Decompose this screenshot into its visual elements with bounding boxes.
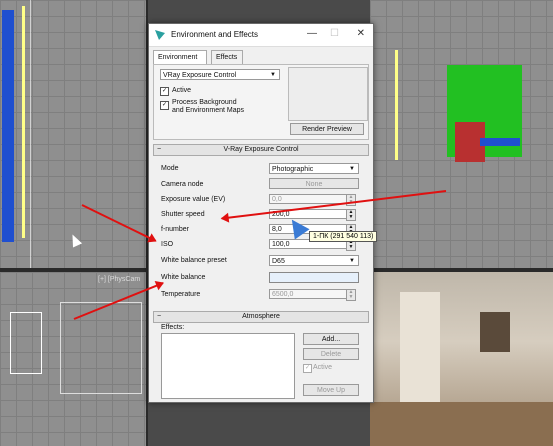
render-preview-button[interactable]: Render Preview bbox=[290, 123, 364, 135]
wireframe-object bbox=[10, 312, 42, 374]
exposure-value: 0,0 bbox=[272, 196, 282, 203]
window-title: Environment and Effects bbox=[171, 30, 259, 39]
wb-preset-label: White balance preset bbox=[161, 257, 227, 264]
title-bar[interactable]: Environment and Effects — ☐ ✕ bbox=[149, 24, 373, 47]
guide-line bbox=[30, 0, 31, 268]
fnumber-value: 8,0 bbox=[272, 226, 282, 233]
viewport-camera[interactable] bbox=[370, 272, 553, 446]
iso-value: 100,0 bbox=[272, 241, 290, 248]
effects-label: Effects: bbox=[161, 324, 185, 331]
wireframe-object bbox=[60, 302, 142, 394]
spinner-arrows-icon[interactable]: ▲▼ bbox=[346, 194, 356, 206]
chevron-down-icon: ▼ bbox=[349, 166, 355, 172]
rollout-title: Atmosphere bbox=[242, 313, 280, 320]
collapse-icon: − bbox=[157, 146, 162, 153]
iso-label: ISO bbox=[161, 241, 174, 248]
exposure-type-dropdown[interactable]: VRay Exposure Control ▼ bbox=[160, 69, 280, 80]
move-up-button[interactable]: Move Up bbox=[303, 384, 359, 396]
mode-dropdown[interactable]: Photographic ▼ bbox=[269, 163, 359, 174]
yellow-line bbox=[395, 50, 398, 160]
exposure-type-value: VRay Exposure Control bbox=[163, 72, 237, 79]
mode-label: Mode bbox=[161, 165, 179, 172]
atmosphere-rollout-header[interactable]: − Atmosphere bbox=[153, 311, 369, 323]
preview-area bbox=[288, 67, 368, 121]
active-label: Active bbox=[172, 87, 192, 94]
tab-effects[interactable]: Effects bbox=[211, 50, 243, 64]
delete-button[interactable]: Delete bbox=[303, 348, 359, 360]
spinner-arrows-icon[interactable]: ▲▼ bbox=[346, 289, 356, 301]
spinner-arrows-icon[interactable]: ▲▼ bbox=[346, 209, 356, 221]
temperature-label: Temperature bbox=[161, 291, 201, 298]
chevron-down-icon: ▼ bbox=[349, 258, 355, 264]
mode-value: Photographic bbox=[272, 166, 314, 173]
camera-node-label: Camera node bbox=[161, 181, 204, 188]
wb-preset-value: D65 bbox=[272, 258, 285, 265]
process-bg-label: Process Background bbox=[172, 99, 237, 106]
floor bbox=[370, 402, 553, 446]
active-checkbox[interactable]: ✓ bbox=[160, 87, 169, 96]
white-balance-label: White balance bbox=[161, 274, 206, 281]
table-object bbox=[480, 138, 520, 146]
tab-environment[interactable]: Environment bbox=[153, 50, 207, 64]
camera-node-button[interactable]: None bbox=[269, 178, 359, 189]
exposure-control-panel: VRay Exposure Control ▼ ✓ Active ✓ Proce… bbox=[153, 64, 369, 140]
process-bg-label-2: and Environment Maps bbox=[172, 107, 244, 114]
exposure-value-label: Exposure value (EV) bbox=[161, 196, 226, 203]
process-bg-checkbox[interactable]: ✓ bbox=[160, 101, 169, 110]
white-balance-color-swatch[interactable] bbox=[269, 272, 359, 283]
vray-exposure-rollout-header[interactable]: − V-Ray Exposure Control bbox=[153, 144, 369, 156]
atmosphere-active-label: Active bbox=[313, 364, 333, 371]
minimize-icon[interactable]: — bbox=[307, 28, 317, 39]
close-icon[interactable]: ✕ bbox=[357, 28, 365, 39]
rollout-title: V-Ray Exposure Control bbox=[223, 146, 299, 153]
wb-preset-dropdown[interactable]: D65 ▼ bbox=[269, 255, 359, 266]
atmosphere-active-checkbox[interactable]: ✓ bbox=[303, 364, 312, 373]
temperature-value: 6500,0 bbox=[272, 291, 294, 298]
picture-frame bbox=[480, 312, 510, 352]
add-button[interactable]: Add... bbox=[303, 333, 359, 345]
viewport-top-right[interactable] bbox=[370, 0, 553, 268]
chevron-down-icon: ▼ bbox=[270, 72, 276, 78]
collapse-icon: − bbox=[157, 313, 162, 320]
app-icon bbox=[155, 30, 165, 40]
yellow-object bbox=[22, 6, 25, 238]
viewport-label[interactable]: [+] [PhysCam bbox=[98, 276, 140, 283]
maximize-icon[interactable]: ☐ bbox=[330, 28, 339, 39]
shutter-speed-label: Shutter speed bbox=[161, 211, 205, 218]
blue-object bbox=[2, 10, 14, 242]
fnumber-label: f-number bbox=[161, 226, 190, 233]
effects-list[interactable] bbox=[161, 333, 295, 399]
tooltip: 1-ПК (291 540 113) bbox=[309, 231, 378, 242]
temperature-spinner[interactable]: 6500,0 ▲ ▼ bbox=[269, 289, 356, 301]
